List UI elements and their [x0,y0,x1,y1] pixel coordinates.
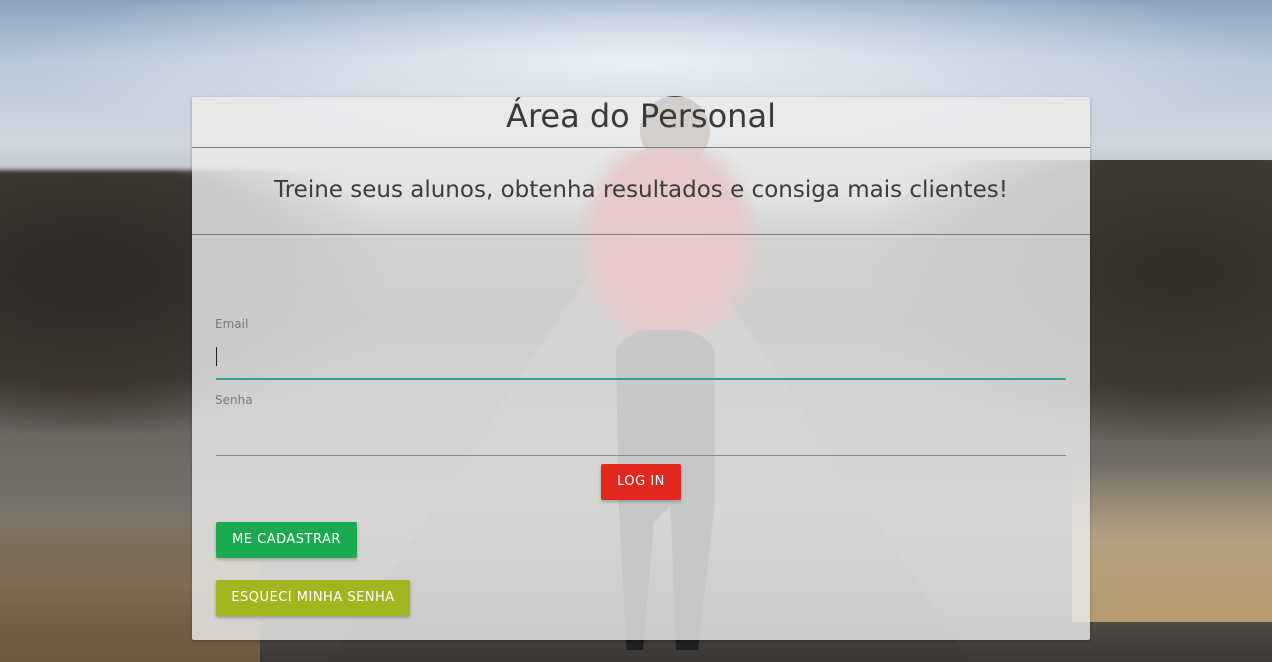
page-title: Área do Personal [192,97,1090,148]
text-cursor [216,347,217,366]
forgot-password-button[interactable]: ESQUECI MINHA SENHA [216,580,410,616]
password-field[interactable] [216,420,1066,456]
email-label: Email [215,317,249,331]
password-label: Senha [215,393,253,407]
background-grass-right [1072,462,1272,622]
login-button[interactable]: LOG IN [601,464,681,500]
page-subtitle: Treine seus alunos, obtenha resultados e… [192,148,1090,235]
login-card: Área do Personal Treine seus alunos, obt… [192,97,1090,640]
register-button[interactable]: ME CADASTRAR [216,522,357,558]
email-field[interactable] [216,344,1066,380]
